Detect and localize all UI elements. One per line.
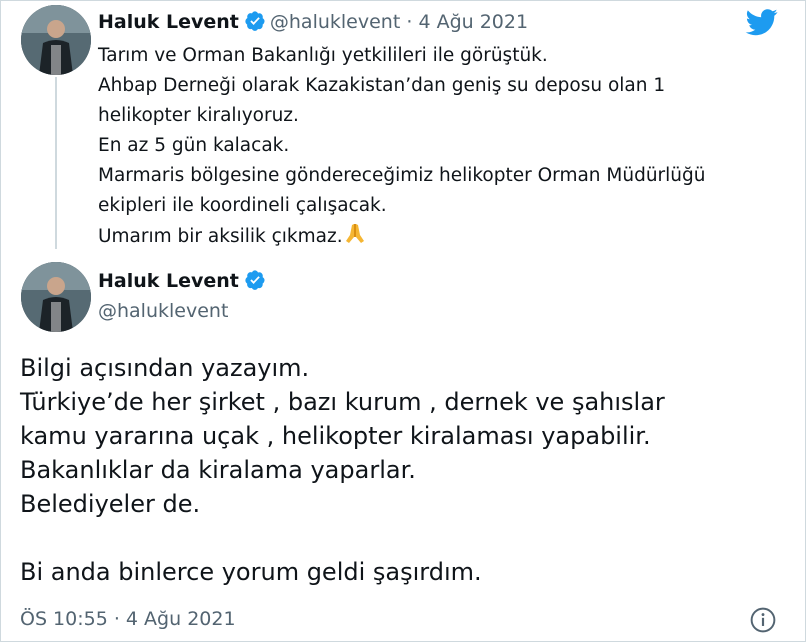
main-line: Türkiye’de her şirket , bazı kurum , der… (20, 388, 665, 416)
main-avatar[interactable] (21, 262, 91, 332)
twitter-logo-icon[interactable] (743, 6, 781, 38)
quoted-line: helikopter kiralıyoruz. (98, 105, 299, 126)
quoted-line: Marmaris bölgesine göndereceğimiz heliko… (98, 165, 706, 186)
person-avatar-icon (21, 262, 91, 332)
main-line-blank (20, 521, 790, 555)
main-author-row: Haluk Levent (98, 269, 270, 292)
main-line: kamu yararına uçak , helikopter kiralama… (20, 422, 651, 450)
quoted-author-handle[interactable]: @haluklevent (270, 11, 400, 33)
thread-line (55, 77, 57, 249)
quoted-header: Haluk Levent @haluklevent · 4 Ağu 2021 (98, 10, 528, 33)
quoted-author-name[interactable]: Haluk Levent (98, 11, 239, 33)
person-avatar-icon (21, 5, 91, 75)
quoted-date[interactable]: 4 Ağu 2021 (418, 11, 528, 33)
folded-hands-icon (345, 224, 364, 243)
separator-dot: · (406, 11, 413, 33)
main-line: Bilgi açısından yazayım. (20, 354, 310, 382)
main-line: Bakanlıklar da kiralama yaparlar. (20, 456, 416, 484)
main-line: Belediyeler de. (20, 490, 201, 518)
quoted-line-last: Umarım bir aksilik çıkmaz. (98, 221, 778, 252)
quoted-line: Umarım bir aksilik çıkmaz. (98, 226, 343, 247)
main-line: Bi anda binlerce yorum geldi şaşırdım. (20, 558, 482, 586)
quoted-tweet-text: Tarım ve Orman Bakanlığı yetkilileri ile… (98, 41, 778, 252)
quoted-line: En az 5 gün kalacak. (98, 135, 290, 156)
quoted-avatar[interactable] (21, 5, 91, 75)
verified-badge-icon (245, 270, 265, 290)
main-tweet-text: Bilgi açısından yazayım. Türkiye’de her … (20, 351, 790, 589)
quoted-line: Tarım ve Orman Bakanlığı yetkilileri ile… (98, 45, 548, 66)
tweet-timestamp[interactable]: ÖS 10:55 · 4 Ağu 2021 (20, 608, 236, 630)
tweet-card: Haluk Levent @haluklevent · 4 Ağu 2021 Ta… (0, 0, 806, 642)
quoted-line: Ahbap Derneği olarak Kazakistan’dan geni… (98, 75, 666, 96)
info-icon[interactable] (750, 607, 776, 633)
quoted-line: ekipleri ile koordineli çalışacak. (98, 195, 387, 216)
main-author-name[interactable]: Haluk Levent (98, 270, 239, 292)
main-author-handle[interactable]: @haluklevent (98, 300, 228, 322)
verified-badge-icon (245, 11, 265, 31)
